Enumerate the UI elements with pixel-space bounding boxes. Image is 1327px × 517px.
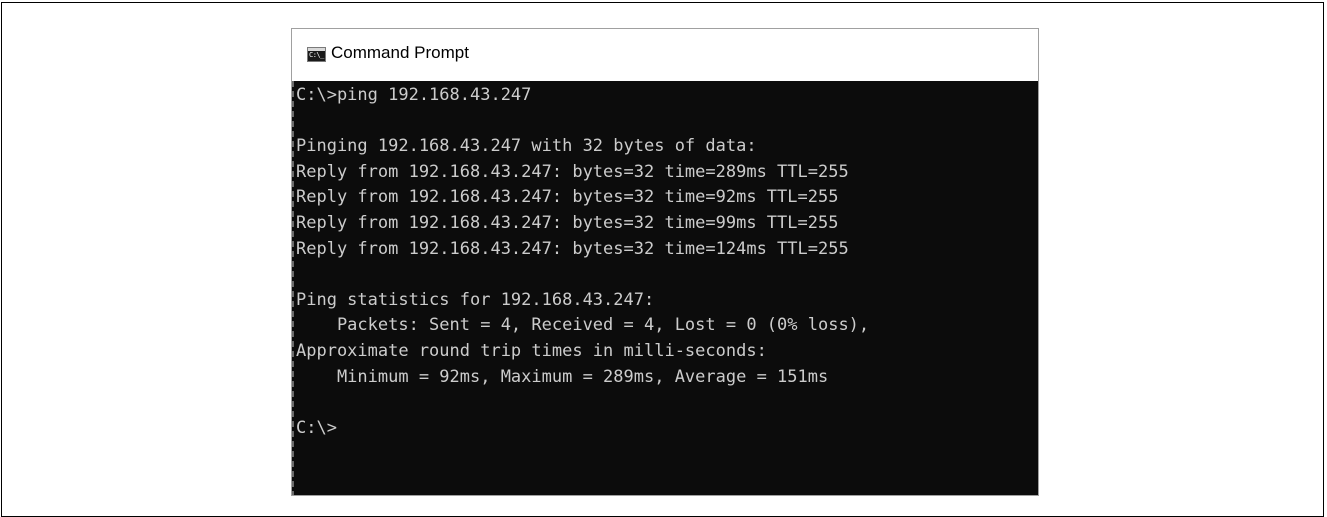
console-line-pinging: Pinging 192.168.43.247 with 32 bytes of … <box>296 136 757 157</box>
console-line-packets: Packets: Sent = 4, Received = 4, Lost = … <box>296 315 870 336</box>
console-output-area[interactable]: C:\>ping 192.168.43.247 Pinging 192.168.4… <box>292 81 1038 495</box>
console-line-blank <box>296 109 869 135</box>
console-text: C:\>ping 192.168.43.247 Pinging 192.168.4… <box>296 83 869 441</box>
console-line-reply: Reply from 192.168.43.247: bytes=32 time… <box>296 187 839 208</box>
console-line-blank <box>296 390 869 416</box>
figure-frame: C:\_ Command Prompt C:\>ping 192.168.43.… <box>1 2 1324 517</box>
console-line-reply: Reply from 192.168.43.247: bytes=32 time… <box>296 161 849 182</box>
console-line-blank <box>296 262 869 288</box>
cmd-icon: C:\_ <box>307 47 326 62</box>
console-line-command: C:\>ping 192.168.43.247 <box>296 85 532 105</box>
console-line-statistics-header: Ping statistics for 192.168.43.247: <box>296 289 655 310</box>
console-line-reply: Reply from 192.168.43.247: bytes=32 time… <box>296 238 849 259</box>
window-title: Command Prompt <box>331 43 469 62</box>
console-line-rtt-values: Minimum = 92ms, Maximum = 289ms, Average… <box>296 366 829 387</box>
console-line-rtt-header: Approximate round trip times in milli-se… <box>296 340 767 361</box>
window-titlebar[interactable]: C:\_ Command Prompt <box>292 29 1038 81</box>
console-line-reply: Reply from 192.168.43.247: bytes=32 time… <box>296 212 839 233</box>
command-prompt-window[interactable]: C:\_ Command Prompt C:\>ping 192.168.43.… <box>291 28 1039 496</box>
console-prompt[interactable]: C:\> <box>296 416 869 442</box>
